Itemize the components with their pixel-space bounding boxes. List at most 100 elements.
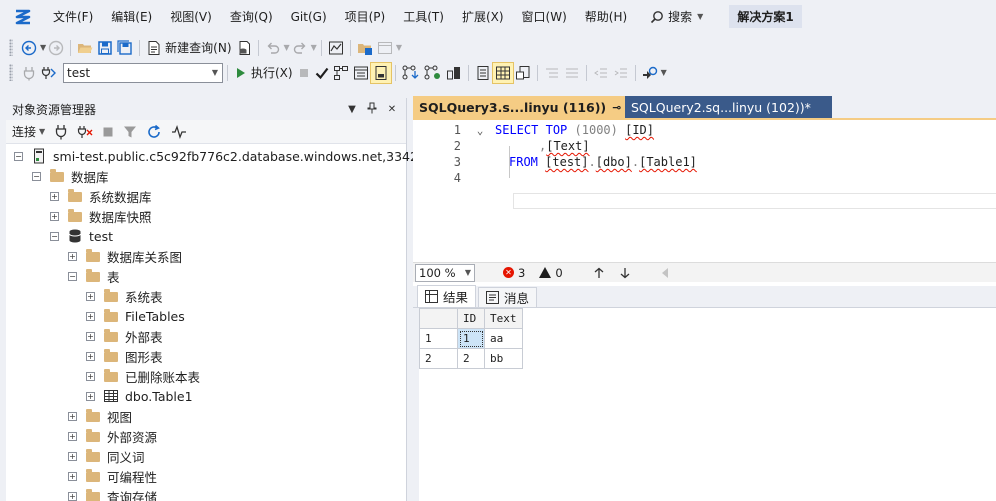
- tree-node[interactable]: + 同义词: [68, 446, 145, 466]
- specify-template-values-button[interactable]: [640, 63, 660, 83]
- disconnect-icon[interactable]: [77, 124, 93, 140]
- filter-icon[interactable]: [123, 125, 137, 139]
- results-to-grid-button[interactable]: [491, 61, 514, 84]
- toolbar-grip[interactable]: [9, 64, 13, 81]
- tree-node[interactable]: − 表: [68, 266, 120, 286]
- expand-icon[interactable]: +: [68, 411, 77, 421]
- collapse-outline-icon[interactable]: ⌄: [465, 124, 495, 137]
- tree-node[interactable]: + 数据库快照: [50, 206, 152, 226]
- window-layout-button[interactable]: [375, 38, 395, 58]
- search-box[interactable]: 搜索 ▼: [642, 5, 711, 29]
- tree-node[interactable]: + dbo.Table1: [86, 386, 193, 406]
- expand-icon[interactable]: +: [86, 331, 95, 341]
- results-grid[interactable]: ID Text 1 1 aa 2 2 bb: [419, 308, 523, 369]
- chevron-down-icon[interactable]: ▼: [661, 68, 667, 77]
- row-header-corner[interactable]: [419, 308, 458, 329]
- increase-indent-button[interactable]: [611, 63, 631, 83]
- tree-node[interactable]: − test: [50, 226, 113, 246]
- tree-node[interactable]: + 系统表: [86, 286, 163, 306]
- properties-button[interactable]: [355, 38, 375, 58]
- cancel-query-button[interactable]: [295, 63, 313, 83]
- expand-icon[interactable]: +: [68, 431, 77, 441]
- menu-git[interactable]: Git(G): [282, 5, 336, 29]
- stop-icon[interactable]: [102, 126, 114, 138]
- solution-name-badge[interactable]: 解决方案1: [729, 5, 802, 28]
- expand-icon[interactable]: +: [86, 351, 95, 361]
- expand-icon[interactable]: +: [68, 471, 77, 481]
- uncomment-button[interactable]: [562, 63, 582, 83]
- tab-sqlquery3[interactable]: SQLQuery3.s...linyu (116)) ⊸ ✕: [413, 96, 637, 118]
- tree-node[interactable]: + 系统数据库: [50, 186, 152, 206]
- refresh-icon[interactable]: [146, 124, 162, 140]
- collapse-icon[interactable]: −: [14, 151, 23, 161]
- tree-node[interactable]: + 图形表: [86, 346, 163, 366]
- pin-icon[interactable]: [364, 102, 380, 117]
- decrease-indent-button[interactable]: [591, 63, 611, 83]
- expand-icon[interactable]: +: [86, 291, 95, 301]
- navigate-back-button[interactable]: [19, 38, 39, 58]
- cell-id[interactable]: 2: [457, 348, 485, 369]
- toolbar-grip[interactable]: [9, 39, 13, 56]
- horizontal-scroll-left[interactable]: [661, 267, 669, 278]
- execute-button[interactable]: 执行(X): [232, 63, 295, 83]
- window-position-icon[interactable]: ▼: [344, 104, 360, 115]
- menu-file[interactable]: 文件(F): [44, 5, 102, 29]
- tree-node[interactable]: + 可编程性: [68, 466, 157, 486]
- column-header-id[interactable]: ID: [457, 308, 485, 329]
- connect-plug-icon[interactable]: [54, 124, 68, 140]
- comment-out-button[interactable]: [542, 63, 562, 83]
- client-statistics-button[interactable]: [444, 63, 464, 83]
- undo-button[interactable]: [263, 38, 283, 58]
- ssms-logo-icon[interactable]: [13, 7, 33, 27]
- results-to-file-button[interactable]: [513, 63, 533, 83]
- available-databases-select[interactable]: test ▼: [63, 62, 223, 83]
- menu-edit[interactable]: 编辑(E): [102, 5, 161, 29]
- new-query-button[interactable]: 新建查询(N): [144, 38, 233, 58]
- parse-button[interactable]: [313, 63, 331, 83]
- tab-results[interactable]: 结果: [417, 285, 477, 307]
- connect-dropdown[interactable]: 连接 ▼: [12, 123, 45, 140]
- pin-tab-icon[interactable]: ⊸: [612, 101, 621, 114]
- display-estimated-plan-button[interactable]: [331, 63, 351, 83]
- menu-view[interactable]: 视图(V): [161, 5, 221, 29]
- tab-sqlquery2[interactable]: SQLQuery2.sq...linyu (102))*: [625, 96, 832, 118]
- expand-icon[interactable]: +: [86, 371, 95, 381]
- results-to-text-button[interactable]: [473, 63, 493, 83]
- expand-icon[interactable]: +: [68, 251, 77, 261]
- tree-node[interactable]: + FileTables: [86, 306, 185, 326]
- open-file-button[interactable]: [75, 38, 95, 58]
- redo-button[interactable]: [290, 38, 310, 58]
- column-header-text[interactable]: Text: [484, 308, 523, 329]
- menu-help[interactable]: 帮助(H): [576, 5, 636, 29]
- close-icon[interactable]: ✕: [384, 104, 400, 115]
- expand-icon[interactable]: +: [86, 391, 95, 401]
- tree-node[interactable]: + 视图: [68, 406, 132, 426]
- chevron-down-icon[interactable]: ▼: [311, 43, 317, 52]
- warning-count[interactable]: 0: [539, 266, 563, 280]
- change-connection-button[interactable]: [39, 63, 59, 83]
- cell-id[interactable]: 1: [457, 328, 485, 349]
- collapse-icon[interactable]: −: [68, 271, 77, 281]
- menu-extensions[interactable]: 扩展(X): [453, 5, 513, 29]
- chevron-down-icon[interactable]: ▼: [396, 43, 402, 52]
- error-count[interactable]: ✕ 3: [503, 266, 525, 280]
- zoom-select[interactable]: 100 % ▼: [415, 263, 475, 282]
- collapse-icon[interactable]: −: [32, 171, 41, 181]
- row-number[interactable]: 1: [419, 328, 458, 349]
- menu-query[interactable]: 查询(Q): [221, 5, 282, 29]
- new-file-query-button[interactable]: [234, 38, 254, 58]
- live-query-stats-button[interactable]: [422, 63, 444, 83]
- tree-node[interactable]: − smi-test.public.c5c92fb776c2.database.w…: [14, 146, 452, 166]
- navigate-forward-button[interactable]: [46, 38, 66, 58]
- cell-text[interactable]: bb: [484, 348, 523, 369]
- next-issue-button[interactable]: [619, 267, 631, 279]
- tree-node[interactable]: − 数据库: [32, 166, 109, 186]
- tree-node[interactable]: + 外部资源: [68, 426, 157, 446]
- menu-project[interactable]: 项目(P): [336, 5, 395, 29]
- activity-monitor-button[interactable]: [326, 38, 346, 58]
- activity-monitor-icon[interactable]: [171, 124, 187, 139]
- save-all-button[interactable]: [115, 38, 135, 58]
- previous-issue-button[interactable]: [593, 267, 605, 279]
- connect-button[interactable]: [19, 63, 39, 83]
- tab-messages[interactable]: 消息: [478, 287, 538, 307]
